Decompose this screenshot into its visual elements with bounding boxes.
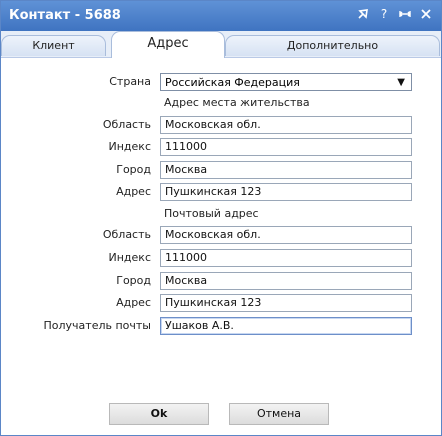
residence-address-label: Адрес [116,185,151,198]
postal-section-title: Почтовый адрес [164,207,259,220]
country-select[interactable]: Российская Федерация ▼ [160,73,412,91]
tab-additional[interactable]: Дополнительно [225,35,440,56]
postal-address-input[interactable]: Пушкинская 123 [160,294,412,312]
tab-client[interactable]: Клиент [1,35,106,56]
window-title: Контакт - 5688 [9,8,121,23]
help-icon[interactable]: ? [377,7,391,21]
postal-city-label: Город [116,274,151,287]
postal-index-input[interactable]: 111000 [160,249,412,267]
country-label: Страна [109,75,151,88]
close-icon[interactable] [419,7,433,21]
residence-address-input[interactable]: Пушкинская 123 [160,183,412,201]
recipient-input[interactable]: Ушаков А.В. [160,317,412,335]
postal-index-label: Индекс [108,251,152,264]
residence-index-row: Индекс [1,138,152,156]
tab-address[interactable]: Адрес [111,31,225,58]
tabs-bar: Клиент Адрес Дополнительно [1,31,441,58]
postal-region-label: Область [102,228,151,241]
residence-section-title: Адрес места жительства [164,96,310,109]
residence-city-row: Город [1,161,151,179]
recipient-row: Получатель почты [1,317,151,335]
postal-region-row: Область [1,226,151,244]
dropdown-arrow-icon[interactable]: ▼ [397,74,405,92]
ok-button[interactable]: Ok [109,403,209,425]
postal-index-row: Индекс [1,249,152,267]
residence-region-input[interactable]: Московская обл. [160,116,412,134]
pin-icon[interactable] [356,7,370,21]
residence-index-input[interactable]: 111000 [160,138,412,156]
recipient-label: Получатель почты [43,319,151,332]
postal-address-label: Адрес [116,296,151,309]
residence-index-label: Индекс [108,140,152,153]
contact-window: Контакт - 5688 ? Клиент Адрес Дополнител… [0,0,442,436]
tab-content: Страна Российская Федерация ▼ Адрес мест… [1,58,441,435]
residence-city-label: Город [116,163,151,176]
residence-city-input[interactable]: Москва [160,161,412,179]
postal-city-input[interactable]: Москва [160,272,412,290]
cancel-button[interactable]: Отмена [229,403,329,425]
titlebar-actions: ? [356,7,433,21]
country-value: Российская Федерация [165,76,300,89]
resize-icon[interactable] [398,7,412,21]
residence-region-label: Область [102,118,151,131]
residence-address-row: Адрес [1,183,151,201]
postal-region-input[interactable]: Московская обл. [160,226,412,244]
postal-address-row: Адрес [1,294,151,312]
country-row: Страна [1,73,151,91]
postal-city-row: Город [1,272,151,290]
window-titlebar: Контакт - 5688 ? [1,1,441,31]
residence-region-row: Область [1,116,151,134]
